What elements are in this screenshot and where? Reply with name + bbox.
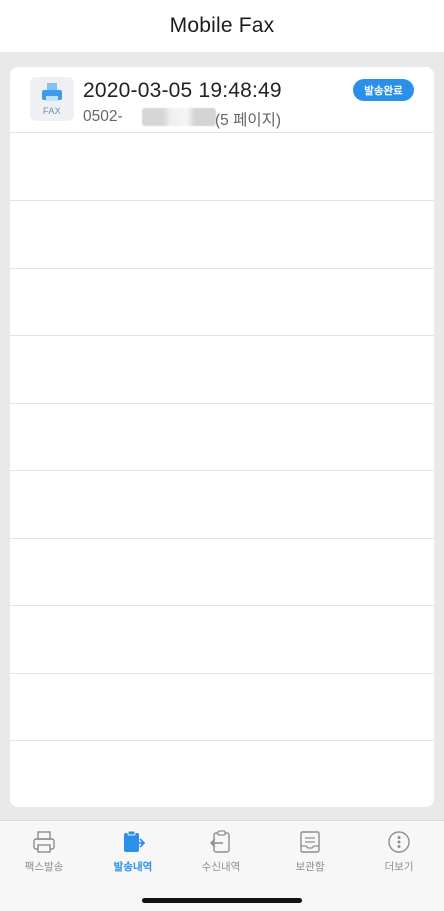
fax-recipient-number: 0502- (83, 108, 123, 125)
empty-list-row (10, 674, 434, 741)
fax-thumbnail-label: FAX (43, 106, 61, 116)
more-icon (388, 831, 410, 853)
tab-more[interactable]: 더보기 (355, 821, 443, 881)
archive-box-icon (300, 831, 320, 853)
navigation-bar: Mobile Fax (0, 0, 444, 52)
page-title: Mobile Fax (169, 14, 275, 37)
empty-list-row (10, 471, 434, 539)
tab-fax-send[interactable]: 팩스발송 (0, 821, 88, 881)
tab-received-history[interactable]: 수신내역 (177, 821, 265, 881)
redacted-number (142, 108, 216, 126)
sent-history-icon (124, 830, 145, 852)
status-badge: 발송완료 (353, 79, 414, 101)
tab-archive[interactable]: 보관함 (266, 821, 354, 881)
tab-label: 팩스발송 (24, 861, 64, 873)
home-indicator (142, 898, 302, 903)
received-history-icon (210, 830, 230, 853)
empty-list-row (10, 336, 434, 404)
empty-list-row (10, 606, 434, 674)
tab-sent-history[interactable]: 발송내역 (89, 821, 177, 881)
empty-list-row (10, 539, 434, 606)
tab-label: 더보기 (384, 861, 414, 873)
fax-sent-datetime: 2020-03-05 19:48:49 (83, 79, 282, 102)
fax-list: FAX 2020-03-05 19:48:49 0502- (5 페이지) 발송… (10, 67, 434, 807)
tab-label: 보관함 (295, 861, 325, 873)
empty-list-row (10, 133, 434, 201)
fax-document-icon (42, 83, 62, 101)
empty-list-row (10, 201, 434, 269)
fax-page-count: (5 페이지) (215, 112, 282, 129)
tab-label: 발송내역 (113, 861, 153, 873)
empty-list-row (10, 404, 434, 471)
empty-list-row (10, 269, 434, 336)
fax-list-item[interactable]: FAX 2020-03-05 19:48:49 0502- (5 페이지) 발송… (10, 67, 434, 133)
fax-thumbnail: FAX (30, 77, 74, 121)
tab-label: 수신내역 (201, 861, 241, 873)
printer-icon (33, 831, 55, 853)
